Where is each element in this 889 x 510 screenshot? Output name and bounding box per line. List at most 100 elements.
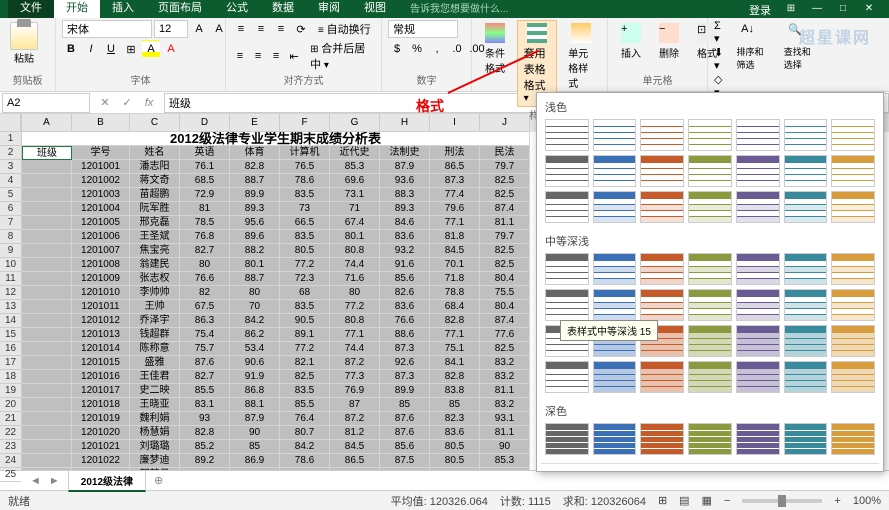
- fill-button[interactable]: ⬇ ▾: [714, 46, 726, 72]
- cell[interactable]: 90.6: [230, 356, 280, 370]
- cell[interactable]: 77.2: [330, 300, 380, 314]
- cell[interactable]: 85.2: [180, 440, 230, 454]
- fill-color-button[interactable]: A: [142, 40, 160, 58]
- table-style-thumb[interactable]: [688, 423, 732, 455]
- tellme[interactable]: 告诉我您想要做什么...: [398, 0, 520, 18]
- view-normal-icon[interactable]: ⊞: [658, 494, 667, 507]
- cell[interactable]: 民法: [480, 146, 530, 160]
- cell[interactable]: 70: [230, 300, 280, 314]
- cell[interactable]: 79.6: [430, 202, 480, 216]
- row-header[interactable]: 13: [0, 300, 21, 314]
- number-format-select[interactable]: [388, 20, 458, 38]
- table-style-thumb[interactable]: [593, 253, 637, 285]
- cell[interactable]: 76.6: [380, 314, 430, 328]
- merge-center-button[interactable]: ⊞ 合并后居中 ▾: [310, 40, 375, 72]
- table-style-thumb[interactable]: [784, 361, 828, 393]
- table-style-thumb[interactable]: [736, 325, 780, 357]
- column-header[interactable]: D: [180, 114, 230, 132]
- table-style-thumb[interactable]: [784, 191, 828, 223]
- align-center-icon[interactable]: ≡: [250, 47, 266, 65]
- cell[interactable]: 78.8: [430, 286, 480, 300]
- tab-data[interactable]: 数据: [260, 0, 306, 18]
- cell[interactable]: 77.1: [430, 216, 480, 230]
- cell[interactable]: 72.3: [280, 272, 330, 286]
- cell[interactable]: 苗超鹏: [130, 188, 180, 202]
- cell[interactable]: 80.3: [230, 468, 280, 470]
- cell[interactable]: 82.5: [480, 188, 530, 202]
- cell[interactable]: 82.6: [380, 286, 430, 300]
- cell[interactable]: 86.5: [330, 454, 380, 468]
- cell[interactable]: 73.1: [330, 188, 380, 202]
- column-header[interactable]: H: [380, 114, 430, 132]
- cell[interactable]: 1201021: [72, 440, 130, 454]
- cell[interactable]: 78.6: [280, 174, 330, 188]
- tab-file[interactable]: 文件: [8, 0, 54, 18]
- cell[interactable]: 85: [230, 440, 280, 454]
- tab-home[interactable]: 开始: [54, 0, 100, 18]
- enter-fx-icon[interactable]: ✓: [118, 96, 136, 109]
- column-header[interactable]: G: [330, 114, 380, 132]
- table-style-thumb[interactable]: [545, 423, 589, 455]
- cell[interactable]: [22, 398, 72, 412]
- cell[interactable]: 王帅: [130, 300, 180, 314]
- table-style-thumb[interactable]: [688, 155, 732, 187]
- cell[interactable]: 76.5: [280, 160, 330, 174]
- cell[interactable]: 1201008: [72, 258, 130, 272]
- cell[interactable]: 近代史: [330, 146, 380, 160]
- table-style-thumb[interactable]: [736, 155, 780, 187]
- cell[interactable]: 76.8: [180, 230, 230, 244]
- cell[interactable]: 学号: [72, 146, 130, 160]
- cell[interactable]: 89.9: [380, 384, 430, 398]
- row-header[interactable]: 9: [0, 244, 21, 258]
- cell[interactable]: 87.9: [380, 160, 430, 174]
- cell[interactable]: 69.6: [330, 174, 380, 188]
- view-layout-icon[interactable]: ▤: [679, 494, 689, 507]
- cell[interactable]: 80: [330, 286, 380, 300]
- cell[interactable]: 77.4: [430, 188, 480, 202]
- cell[interactable]: 81.1: [480, 216, 530, 230]
- cell[interactable]: [22, 412, 72, 426]
- cell[interactable]: 83.5: [280, 230, 330, 244]
- cell[interactable]: 1201018: [72, 398, 130, 412]
- cell[interactable]: 87.6: [180, 356, 230, 370]
- cell-styles-button[interactable]: 单元格样式: [561, 20, 601, 93]
- row-header[interactable]: 3: [0, 160, 21, 174]
- cell[interactable]: 68.5: [180, 174, 230, 188]
- cell[interactable]: 82.5: [480, 174, 530, 188]
- cell[interactable]: 1201016: [72, 370, 130, 384]
- table-style-thumb[interactable]: [831, 423, 875, 455]
- cell[interactable]: 1201020: [72, 426, 130, 440]
- cell[interactable]: 2012级法律专业学生期末成绩分析表: [22, 132, 530, 146]
- autosum-button[interactable]: Σ ▾: [714, 20, 726, 45]
- row-header[interactable]: 8: [0, 230, 21, 244]
- table-style-thumb[interactable]: [736, 119, 780, 151]
- row-header[interactable]: 11: [0, 272, 21, 286]
- cell[interactable]: 71.8: [430, 272, 480, 286]
- column-header[interactable]: F: [280, 114, 330, 132]
- cell[interactable]: 87.4: [480, 202, 530, 216]
- border-button[interactable]: ⊞: [122, 40, 140, 58]
- cell[interactable]: 73: [280, 202, 330, 216]
- cell[interactable]: 1201017: [72, 384, 130, 398]
- cell[interactable]: 74.4: [330, 342, 380, 356]
- cell[interactable]: 80.8: [330, 314, 380, 328]
- table-style-thumb[interactable]: [736, 253, 780, 285]
- cell[interactable]: 83.2: [480, 370, 530, 384]
- cell[interactable]: [22, 356, 72, 370]
- cell[interactable]: 法制史: [380, 146, 430, 160]
- table-style-thumb[interactable]: [688, 325, 732, 357]
- cell[interactable]: 乔泽宇: [130, 314, 180, 328]
- cell[interactable]: 1201002: [72, 174, 130, 188]
- cell[interactable]: [22, 328, 72, 342]
- table-style-thumb[interactable]: [640, 155, 684, 187]
- cell[interactable]: 72.9: [180, 188, 230, 202]
- cell[interactable]: 83.6: [430, 468, 480, 470]
- cell[interactable]: 1201001: [72, 160, 130, 174]
- table-style-thumb[interactable]: [545, 119, 589, 151]
- table-style-thumb[interactable]: [545, 361, 589, 393]
- maximize-icon[interactable]: □: [831, 3, 855, 17]
- cell[interactable]: 77.6: [480, 328, 530, 342]
- cell[interactable]: 钱超群: [130, 328, 180, 342]
- table-style-thumb[interactable]: [831, 361, 875, 393]
- cell[interactable]: 84.5: [330, 468, 380, 470]
